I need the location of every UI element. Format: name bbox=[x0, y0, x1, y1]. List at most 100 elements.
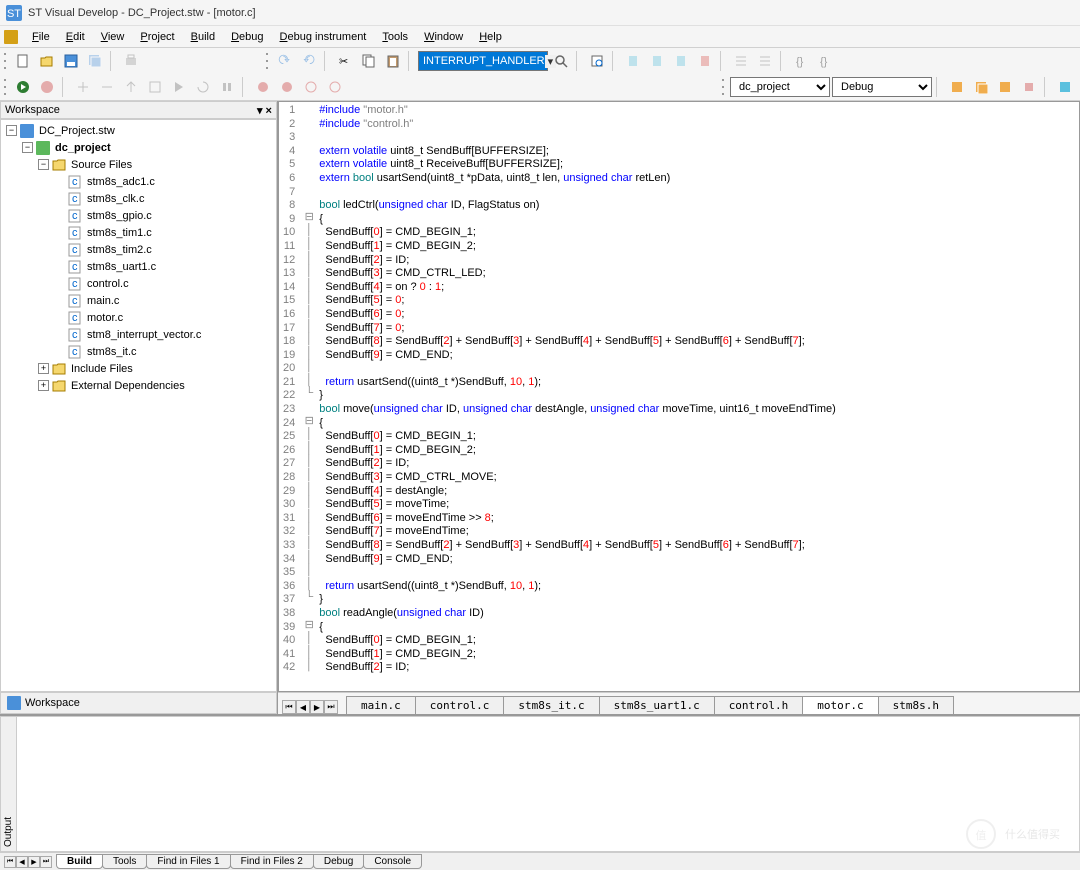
breakpoint-btn2[interactable] bbox=[276, 76, 298, 98]
tree-node[interactable]: cstm8s_adc1.c bbox=[3, 173, 274, 190]
workspace-tree[interactable]: −DC_Project.stw−dc_project−Source Filesc… bbox=[0, 119, 277, 692]
output-tab[interactable]: Find in Files 2 bbox=[230, 854, 314, 869]
svg-text:c: c bbox=[72, 210, 78, 222]
debug-stop-button[interactable] bbox=[36, 76, 58, 98]
bookmark-next-button[interactable] bbox=[646, 50, 668, 72]
workspace-tab[interactable]: Workspace bbox=[0, 692, 277, 714]
otab-next-button[interactable]: ▶ bbox=[28, 856, 40, 868]
symbol-combo[interactable]: INTERRUPT_HANDLER bbox=[418, 51, 548, 71]
tree-node[interactable]: cstm8s_tim1.c bbox=[3, 224, 274, 241]
svg-text:c: c bbox=[72, 244, 78, 256]
find-in-files-button[interactable] bbox=[586, 50, 608, 72]
find-button[interactable] bbox=[550, 50, 572, 72]
tree-node[interactable]: cstm8s_tim2.c bbox=[3, 241, 274, 258]
tab-first-button[interactable]: ⏮ bbox=[282, 700, 296, 714]
otab-first-button[interactable]: ⏮ bbox=[4, 856, 16, 868]
step-over-button[interactable] bbox=[96, 76, 118, 98]
output-tab[interactable]: Tools bbox=[102, 854, 147, 869]
editor-tab[interactable]: stm8s_it.c bbox=[503, 696, 599, 714]
toolbars: ✂ INTERRUPT_HANDLER {} {} bbox=[0, 48, 1080, 101]
indent-out-button[interactable] bbox=[754, 50, 776, 72]
settings-button[interactable] bbox=[1054, 76, 1076, 98]
target-combo[interactable]: dc_project bbox=[730, 77, 830, 97]
tree-node[interactable]: +Include Files bbox=[3, 360, 274, 377]
open-button[interactable] bbox=[36, 50, 58, 72]
config-combo[interactable]: Debug bbox=[832, 77, 932, 97]
menu-debug-instrument[interactable]: Debug instrument bbox=[272, 29, 375, 45]
undo-button[interactable] bbox=[274, 50, 296, 72]
copy-button[interactable] bbox=[358, 50, 380, 72]
bookmark-toggle-button[interactable] bbox=[622, 50, 644, 72]
menu-debug[interactable]: Debug bbox=[223, 29, 271, 45]
brace-match-button[interactable]: {} bbox=[790, 50, 812, 72]
tab-last-button[interactable]: ⏭ bbox=[324, 700, 338, 714]
menu-project[interactable]: Project bbox=[132, 29, 182, 45]
save-all-button[interactable] bbox=[84, 50, 106, 72]
breakpoint-btn3[interactable] bbox=[300, 76, 322, 98]
editor-tab[interactable]: motor.c bbox=[802, 696, 878, 714]
code-editor[interactable]: 1234567891011121314151617181920212223242… bbox=[278, 101, 1080, 692]
tree-node[interactable]: cmotor.c bbox=[3, 309, 274, 326]
menu-build[interactable]: Build bbox=[183, 29, 223, 45]
step-out-button[interactable] bbox=[120, 76, 142, 98]
menu-help[interactable]: Help bbox=[471, 29, 510, 45]
pause-button[interactable] bbox=[216, 76, 238, 98]
tree-node[interactable]: cstm8s_clk.c bbox=[3, 190, 274, 207]
print-button[interactable] bbox=[120, 50, 142, 72]
save-button[interactable] bbox=[60, 50, 82, 72]
editor-tab[interactable]: stm8s_uart1.c bbox=[599, 696, 715, 714]
bookmark-prev-button[interactable] bbox=[670, 50, 692, 72]
indent-in-button[interactable] bbox=[730, 50, 752, 72]
rebuild-button[interactable] bbox=[994, 76, 1016, 98]
build-button[interactable] bbox=[970, 76, 992, 98]
continue-button[interactable] bbox=[168, 76, 190, 98]
editor-tab[interactable]: control.c bbox=[415, 696, 505, 714]
tree-node[interactable]: cstm8s_gpio.c bbox=[3, 207, 274, 224]
editor-tab[interactable]: main.c bbox=[346, 696, 416, 714]
tree-node[interactable]: cstm8_interrupt_vector.c bbox=[3, 326, 274, 343]
tab-prev-button[interactable]: ◀ bbox=[296, 700, 310, 714]
editor-tabs: ⏮ ◀ ▶ ⏭ main.ccontrol.cstm8s_it.cstm8s_u… bbox=[278, 692, 1080, 714]
menu-view[interactable]: View bbox=[93, 29, 133, 45]
run-to-cursor-button[interactable] bbox=[144, 76, 166, 98]
bookmark-clear-button[interactable] bbox=[694, 50, 716, 72]
output-panel: Output ⏮ ◀ ▶ ⏭ BuildToolsFind in Files 1… bbox=[0, 714, 1080, 870]
tree-node[interactable]: cmain.c bbox=[3, 292, 274, 309]
brace-select-button[interactable]: {} bbox=[814, 50, 836, 72]
breakpoint-btn4[interactable] bbox=[324, 76, 346, 98]
tree-node[interactable]: −dc_project bbox=[3, 139, 274, 156]
step-into-button[interactable] bbox=[72, 76, 94, 98]
tree-node[interactable]: cstm8s_uart1.c bbox=[3, 258, 274, 275]
editor-tab[interactable]: stm8s.h bbox=[878, 696, 954, 714]
restart-button[interactable] bbox=[192, 76, 214, 98]
editor-tab[interactable]: control.h bbox=[714, 696, 804, 714]
tree-node[interactable]: −DC_Project.stw bbox=[3, 122, 274, 139]
output-text[interactable] bbox=[17, 717, 1079, 851]
redo-button[interactable] bbox=[298, 50, 320, 72]
watermark: 值 什么值得买 bbox=[965, 818, 1060, 850]
compile-button[interactable] bbox=[946, 76, 968, 98]
tree-node[interactable]: ccontrol.c bbox=[3, 275, 274, 292]
menu-window[interactable]: Window bbox=[416, 29, 471, 45]
otab-last-button[interactable]: ⏭ bbox=[40, 856, 52, 868]
new-file-button[interactable] bbox=[12, 50, 34, 72]
tree-node[interactable]: −Source Files bbox=[3, 156, 274, 173]
svg-text:c: c bbox=[72, 176, 78, 188]
menu-tools[interactable]: Tools bbox=[374, 29, 416, 45]
output-tab[interactable]: Debug bbox=[313, 854, 364, 869]
debug-start-button[interactable] bbox=[12, 76, 34, 98]
workspace-close-button[interactable]: ▾ × bbox=[257, 104, 272, 117]
stop-build-button[interactable] bbox=[1018, 76, 1040, 98]
otab-prev-button[interactable]: ◀ bbox=[16, 856, 28, 868]
output-tab[interactable]: Find in Files 1 bbox=[146, 854, 230, 869]
cut-button[interactable]: ✂ bbox=[334, 50, 356, 72]
tree-node[interactable]: cstm8s_it.c bbox=[3, 343, 274, 360]
breakpoint-btn1[interactable] bbox=[252, 76, 274, 98]
tab-next-button[interactable]: ▶ bbox=[310, 700, 324, 714]
output-tab[interactable]: Build bbox=[56, 854, 103, 869]
menu-edit[interactable]: Edit bbox=[58, 29, 93, 45]
paste-button[interactable] bbox=[382, 50, 404, 72]
tree-node[interactable]: +External Dependencies bbox=[3, 377, 274, 394]
output-tab[interactable]: Console bbox=[363, 854, 422, 869]
menu-file[interactable]: File bbox=[24, 29, 58, 45]
